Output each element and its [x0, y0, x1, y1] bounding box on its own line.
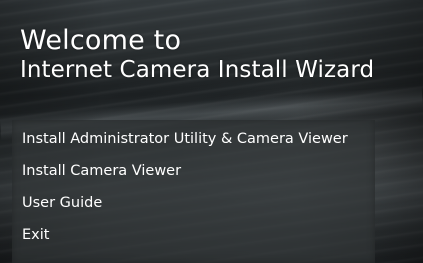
- menu-item-exit[interactable]: Exit: [12, 226, 375, 244]
- install-wizard-window: Welcome to Internet Camera Install Wizar…: [0, 0, 423, 263]
- menu-item-install-admin-utility-and-viewer[interactable]: Install Administrator Utility & Camera V…: [12, 130, 375, 148]
- title-welcome: Welcome to: [20, 25, 182, 56]
- menu-panel: Install Administrator Utility & Camera V…: [12, 120, 375, 263]
- wizard-title: Welcome to Internet Camera Install Wizar…: [20, 26, 374, 84]
- menu-item-install-camera-viewer[interactable]: Install Camera Viewer: [12, 162, 375, 180]
- menu-item-user-guide[interactable]: User Guide: [12, 194, 375, 212]
- title-product: Internet Camera Install Wizard: [20, 57, 375, 83]
- install-menu: Install Administrator Utility & Camera V…: [12, 130, 375, 244]
